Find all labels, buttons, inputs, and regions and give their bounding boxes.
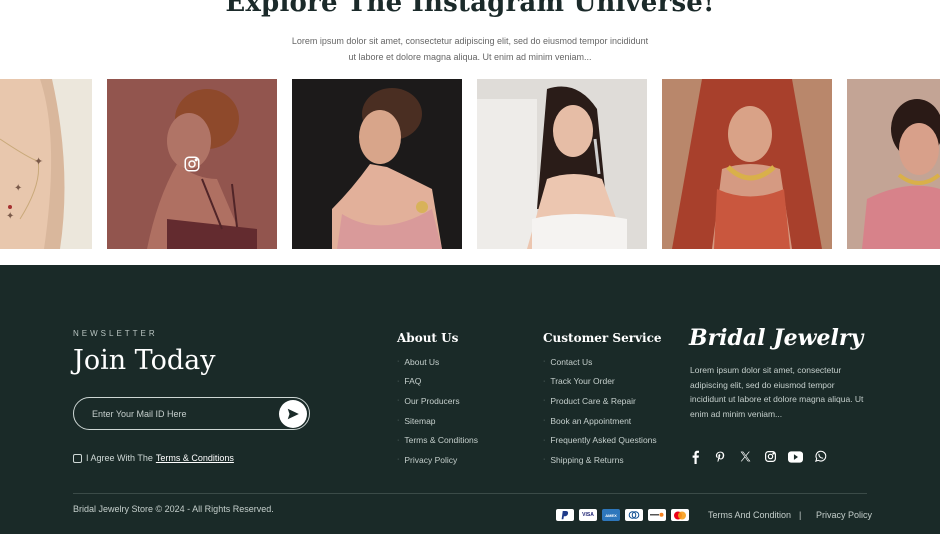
newsletter-kicker: NEWSLETTER [73, 329, 158, 338]
pinterest-icon[interactable] [713, 449, 728, 464]
diners-club-icon [625, 509, 643, 521]
about-links: · About Us · FAQ · Our Producers · Sitemap ·… [397, 352, 478, 470]
social-links [688, 449, 828, 464]
visa-icon: VISA [579, 509, 597, 521]
instagram-icon[interactable] [763, 449, 778, 464]
copyright-text: Bridal Jewelry Store © 2024 - All Rights… [73, 504, 274, 514]
terms-link[interactable]: · Terms & Conditions [397, 430, 478, 450]
brand-description: Lorem ipsum dolor sit amet, consectetur … [690, 365, 864, 419]
privacy-policy-link[interactable]: Privacy Policy [816, 510, 872, 520]
contact-link[interactable]: · Contact Us [543, 352, 657, 372]
terms-agreement: I Agree With The Terms & Conditions [73, 453, 234, 463]
product-care-link[interactable]: · Product Care & Repair [543, 391, 657, 411]
terms-condition-link[interactable]: Terms And Condition [708, 510, 791, 520]
legal-separator: | [799, 510, 802, 520]
privacy-link[interactable]: · Privacy Policy [397, 450, 478, 470]
mastercard-icon [671, 509, 689, 521]
service-column-title: Customer Service [543, 331, 662, 345]
gallery-photo-red-bridal[interactable] [662, 79, 832, 249]
brand-logo[interactable]: Bridal Jewelry [689, 325, 863, 351]
faq-link[interactable]: · FAQ [397, 372, 478, 392]
gallery-photo-earring[interactable] [292, 79, 462, 249]
site-footer: NEWSLETTER Join Today I Agree With The T… [0, 265, 940, 534]
newsletter-form [73, 397, 310, 430]
amex-icon: AMEX [602, 509, 620, 521]
newsletter-email-input[interactable] [92, 406, 262, 422]
shipping-link[interactable]: · Shipping & Returns [543, 450, 657, 470]
send-icon [287, 408, 299, 420]
appointment-link[interactable]: · Book an Appointment [543, 411, 657, 431]
track-order-link[interactable]: · Track Your Order [543, 372, 657, 392]
instagram-icon[interactable] [183, 155, 201, 173]
producers-link[interactable]: · Our Producers [397, 391, 478, 411]
terms-checkbox[interactable] [73, 453, 82, 463]
svg-text:✦: ✦ [6, 211, 14, 222]
newsletter-submit-button[interactable] [279, 400, 307, 428]
instagram-section-description: Lorem ipsum dolor sit amet, consectetur … [291, 36, 649, 62]
newsletter-title: Join Today [73, 345, 216, 376]
gallery-photo-updo[interactable] [107, 79, 277, 249]
footer-divider [73, 493, 867, 494]
faq-questions-link[interactable]: · Frequently Asked Questions [543, 430, 657, 450]
gallery-photo-pink-bridal[interactable] [847, 79, 940, 249]
terms-agreement-label: I Agree With The [86, 453, 153, 463]
instagram-section-title: Explore The Instagram Universe! [225, 0, 715, 18]
x-icon[interactable] [738, 449, 753, 464]
gallery-photo-bride[interactable] [477, 79, 647, 249]
service-links: · Contact Us · Track Your Order · Product C… [543, 352, 657, 470]
gallery-photo-necklace[interactable]: ✦ ✦ ✦ [0, 79, 92, 249]
svg-text:✦: ✦ [34, 156, 43, 168]
paypal-icon [556, 509, 574, 521]
payment-methods: VISA AMEX [556, 509, 689, 521]
instagram-gallery: ✦ ✦ ✦ [0, 79, 940, 249]
about-link[interactable]: · About Us [397, 352, 478, 372]
whatsapp-icon[interactable] [813, 449, 828, 464]
youtube-icon[interactable] [788, 449, 803, 464]
facebook-icon[interactable] [688, 449, 703, 464]
sitemap-link[interactable]: · Sitemap [397, 411, 478, 431]
terms-conditions-link[interactable]: Terms & Conditions [156, 453, 234, 463]
about-column-title: About Us [397, 331, 459, 345]
discover-icon [648, 509, 666, 521]
svg-text:✦: ✦ [14, 183, 22, 194]
